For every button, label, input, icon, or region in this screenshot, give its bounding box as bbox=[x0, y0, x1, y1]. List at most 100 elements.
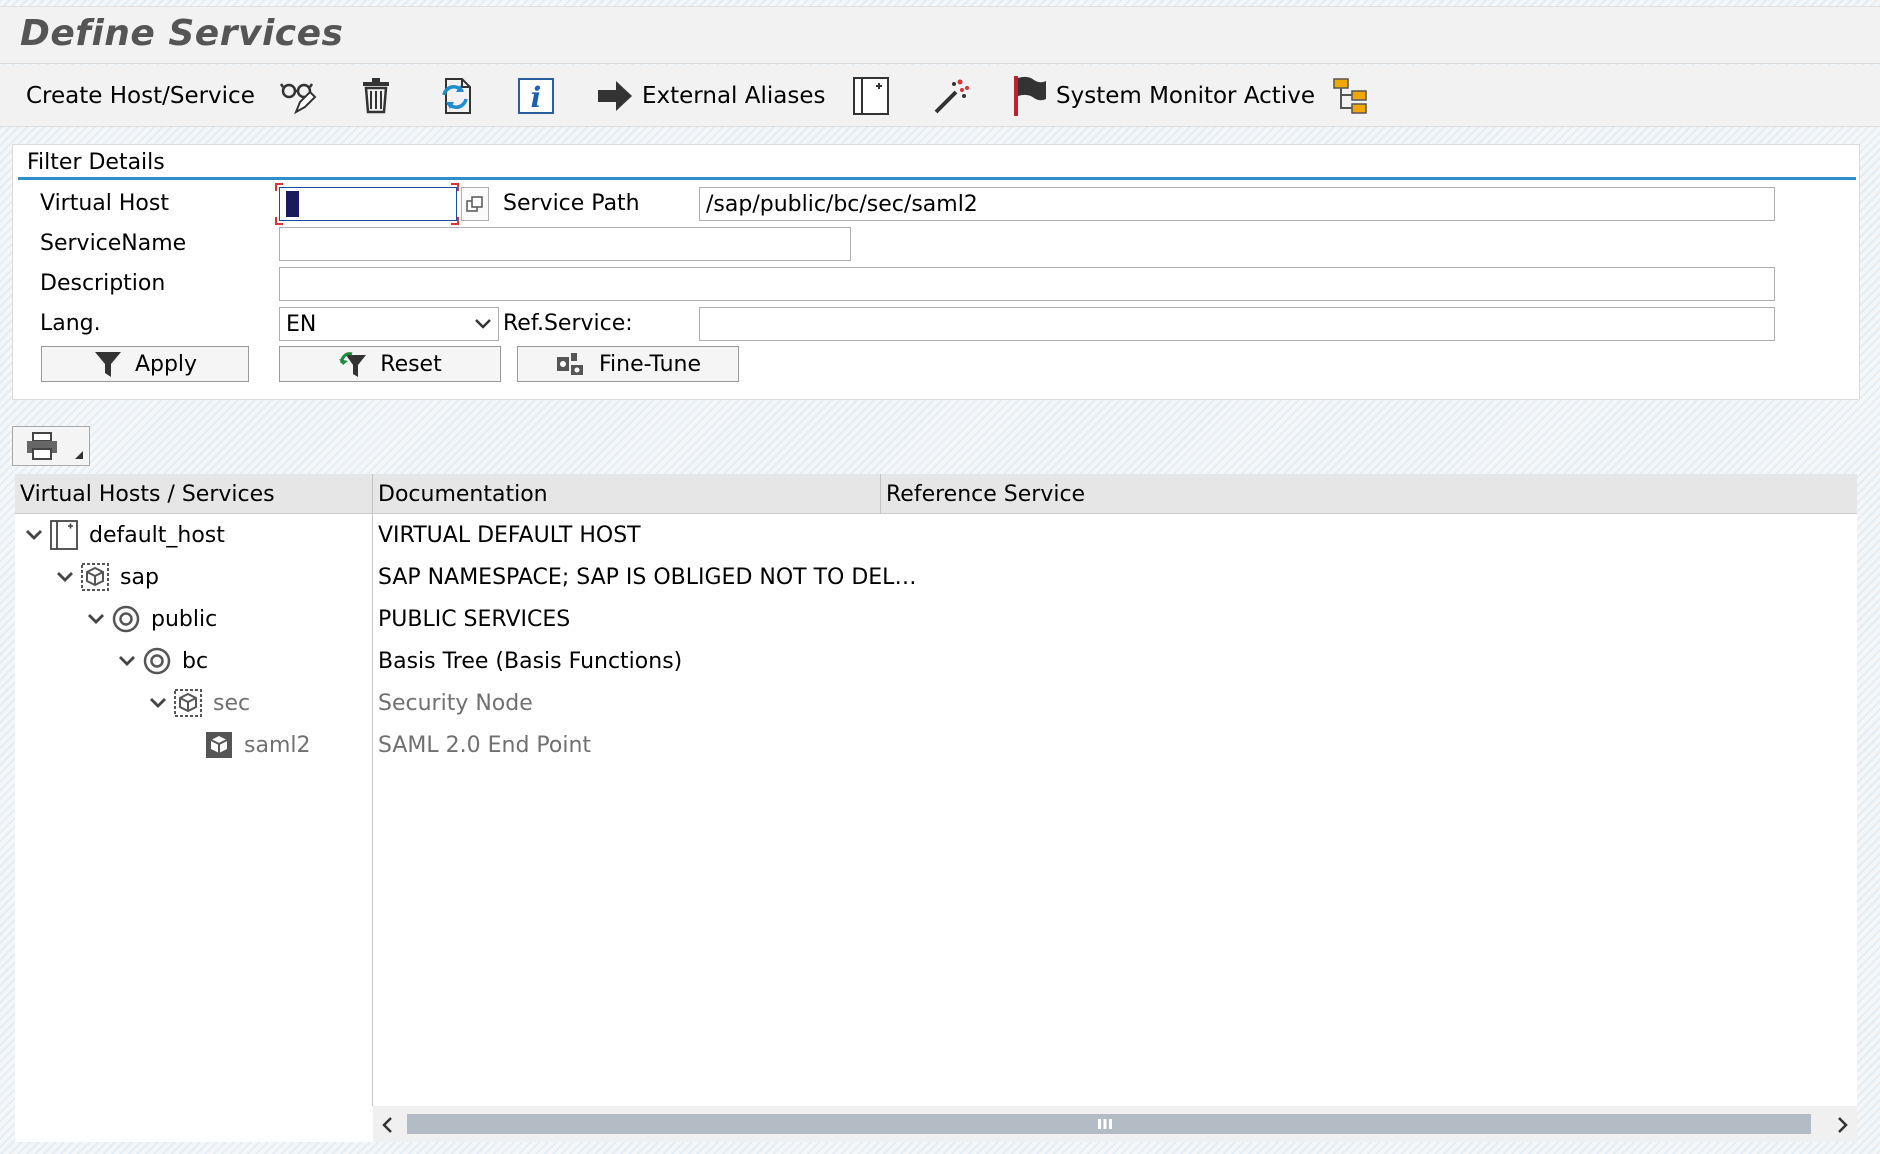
description-label: Description bbox=[40, 271, 166, 296]
virtual-host-input[interactable] bbox=[279, 187, 457, 221]
documentation-cell: SAP NAMESPACE; SAP IS OBLIGED NOT TO DEL… bbox=[378, 564, 917, 590]
chevron-down-icon[interactable] bbox=[23, 524, 47, 546]
magic-wand-icon bbox=[934, 79, 969, 114]
value-help-icon bbox=[466, 196, 483, 212]
language-value: EN bbox=[286, 311, 317, 337]
delete-button[interactable] bbox=[356, 65, 396, 127]
service-name-input[interactable] bbox=[279, 227, 851, 261]
scrollbar-thumb[interactable] bbox=[407, 1114, 1811, 1134]
tree-node-name: default_host bbox=[89, 522, 225, 548]
tree-row[interactable]: sec Security Node bbox=[15, 682, 1857, 724]
create-host-service-button[interactable]: Create Host/Service bbox=[26, 65, 255, 127]
reset-button[interactable]: Reset bbox=[279, 346, 501, 382]
service-path-label: Service Path bbox=[503, 191, 640, 216]
tree-row[interactable]: bc Basis Tree (Basis Functions) bbox=[15, 640, 1857, 682]
hierarchy-icon bbox=[1333, 78, 1367, 114]
host-page-icon bbox=[853, 77, 889, 115]
value-help-button[interactable] bbox=[461, 187, 489, 221]
system-monitor-button[interactable]: System Monitor Active bbox=[1012, 65, 1315, 127]
tree-node-cell[interactable]: bc bbox=[116, 640, 208, 682]
tree-row[interactable]: default_host VIRTUAL DEFAULT HOST bbox=[15, 514, 1857, 556]
documentation-cell: VIRTUAL DEFAULT HOST bbox=[378, 522, 641, 548]
tree-node-cell[interactable]: sec bbox=[147, 682, 250, 724]
glasses-pencil-icon bbox=[279, 83, 317, 115]
description-input[interactable] bbox=[279, 267, 1775, 301]
header-divider bbox=[880, 474, 881, 514]
title-bar: Define Services bbox=[0, 6, 1880, 64]
tree-node-name: saml2 bbox=[244, 732, 311, 758]
target-icon bbox=[111, 604, 141, 634]
chevron-down-icon[interactable] bbox=[54, 566, 78, 588]
tree-row[interactable]: sap SAP NAMESPACE; SAP IS OBLIGED NOT TO … bbox=[15, 556, 1857, 598]
apply-label: Apply bbox=[134, 351, 198, 377]
page-title: Define Services bbox=[20, 13, 344, 54]
tree-node-name: public bbox=[151, 606, 218, 632]
tree-node-cell[interactable]: sap bbox=[54, 556, 159, 598]
chevron-down-icon[interactable] bbox=[116, 650, 140, 672]
column-header-virtual-hosts[interactable]: Virtual Hosts / Services bbox=[15, 474, 373, 514]
red-flag-icon bbox=[1014, 76, 1046, 116]
refresh-button[interactable] bbox=[436, 65, 478, 127]
filter-header-divider bbox=[18, 177, 1856, 180]
tree-header: Virtual Hosts / Services Documentation R… bbox=[15, 474, 1857, 514]
language-label: Lang. bbox=[40, 311, 101, 336]
settings-sliders-icon bbox=[556, 353, 583, 375]
chevron-down-icon[interactable] bbox=[147, 692, 171, 714]
external-aliases-button[interactable]: External Aliases bbox=[596, 65, 825, 127]
svg-text:i: i bbox=[531, 81, 542, 114]
documentation-cell: SAML 2.0 End Point bbox=[378, 732, 592, 758]
wizard-button[interactable] bbox=[932, 65, 972, 127]
arrow-right-icon bbox=[598, 81, 632, 111]
display-change-button[interactable] bbox=[278, 65, 318, 127]
ref-service-input[interactable] bbox=[699, 307, 1775, 341]
focus-corner-top-left bbox=[275, 183, 283, 191]
tree-node-cell[interactable]: public bbox=[85, 598, 217, 640]
cube-icon bbox=[204, 730, 234, 760]
ref-service-label: Ref.Service: bbox=[503, 311, 633, 336]
tree-node-cell[interactable]: saml2 bbox=[178, 724, 310, 766]
application-toolbar: Create Host/Service i External Aliases S… bbox=[0, 65, 1880, 127]
horizontal-scrollbar[interactable] bbox=[373, 1106, 1857, 1142]
virtual-host-label: Virtual Host bbox=[40, 191, 169, 216]
host-page-icon bbox=[49, 520, 79, 550]
language-dropdown[interactable]: EN bbox=[279, 307, 499, 341]
chevron-down-icon bbox=[475, 319, 491, 329]
package-icon bbox=[173, 688, 203, 718]
column-header-reference-service[interactable]: Reference Service bbox=[881, 474, 1857, 514]
external-aliases-label: External Aliases bbox=[642, 83, 826, 109]
reset-filter-icon bbox=[339, 352, 367, 377]
scroll-right-icon[interactable] bbox=[1835, 1116, 1849, 1134]
trash-icon bbox=[363, 78, 389, 114]
scroll-grip-icon bbox=[1098, 1119, 1112, 1129]
print-button[interactable] bbox=[12, 426, 90, 466]
package-icon bbox=[80, 562, 110, 592]
fine-tune-button[interactable]: Fine-Tune bbox=[517, 346, 739, 382]
service-name-label: ServiceName bbox=[40, 231, 187, 256]
apply-button[interactable]: Apply bbox=[41, 346, 249, 382]
information-button[interactable]: i bbox=[516, 65, 556, 127]
tree-node-name: sap bbox=[120, 564, 159, 590]
filter-details-header: Filter Details bbox=[27, 150, 165, 175]
tree-row[interactable]: public PUBLIC SERVICES bbox=[15, 598, 1857, 640]
tree-node-cell[interactable]: default_host bbox=[23, 514, 225, 556]
text-cursor bbox=[286, 191, 299, 217]
column-header-documentation[interactable]: Documentation bbox=[373, 474, 881, 514]
focus-corner-bottom-right bbox=[451, 217, 459, 225]
documentation-cell: PUBLIC SERVICES bbox=[378, 606, 571, 632]
target-icon bbox=[142, 646, 172, 676]
fine-tune-label: Fine-Tune bbox=[598, 351, 702, 377]
scroll-left-icon[interactable] bbox=[381, 1116, 395, 1134]
chevron-down-icon[interactable] bbox=[85, 608, 109, 630]
printer-icon bbox=[27, 432, 57, 460]
service-path-input[interactable]: /sap/public/bc/sec/saml2 bbox=[699, 187, 1775, 221]
create-host-service-label: Create Host/Service bbox=[26, 83, 255, 109]
documentation-cell: Basis Tree (Basis Functions) bbox=[378, 648, 683, 674]
focus-corner-top-right bbox=[451, 183, 459, 191]
focus-corner-bottom-left bbox=[275, 217, 283, 225]
tree-node-name: sec bbox=[213, 690, 251, 716]
services-tree: Virtual Hosts / Services Documentation R… bbox=[15, 474, 1857, 1142]
host-page-button[interactable] bbox=[852, 65, 890, 127]
filter-details-panel: Filter Details Virtual Host Service Path… bbox=[12, 144, 1860, 400]
hierarchy-button[interactable] bbox=[1332, 65, 1370, 127]
tree-row[interactable]: saml2 SAML 2.0 End Point bbox=[15, 724, 1857, 766]
